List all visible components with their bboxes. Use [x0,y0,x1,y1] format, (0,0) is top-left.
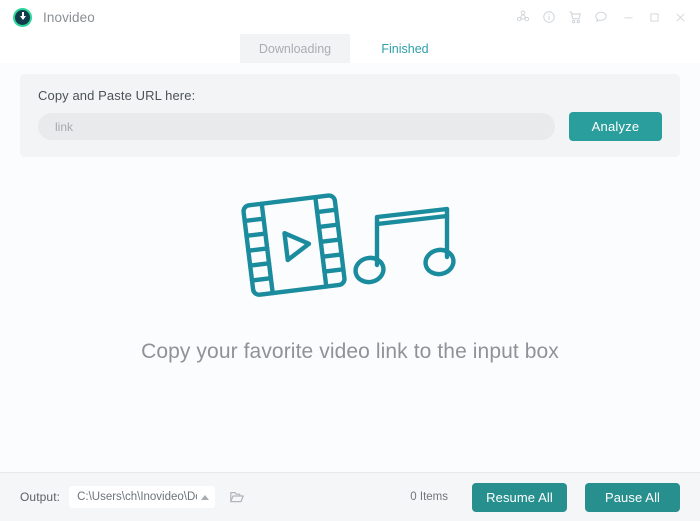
chevron-up-icon [201,494,210,500]
items-count: 0 Items [410,491,448,503]
settings-icon[interactable] [510,4,536,30]
url-input-row: Analyze [38,112,662,141]
main-content: Copy and Paste URL here: Analyze [0,63,700,472]
tab-finished[interactable]: Finished [350,34,460,63]
tab-finished-label: Finished [381,41,429,56]
empty-state: Copy your favorite video link to the inp… [0,157,700,472]
close-button[interactable] [668,4,692,30]
tab-bar: Downloading Finished [0,34,700,63]
title-bar: Inovideo [0,0,700,34]
url-panel-label: Copy and Paste URL here: [38,88,196,103]
tab-downloading[interactable]: Downloading [240,34,350,63]
bottom-bar: Output: C:\Users\ch\Inovideo\Downl 0 Ite… [0,472,700,521]
empty-state-illustration [237,187,463,308]
resume-all-button[interactable]: Resume All [472,482,567,512]
app-title: Inovideo [43,9,95,25]
output-path-select[interactable]: C:\Users\ch\Inovideo\Downl [69,486,216,508]
output-path-value: C:\Users\ch\Inovideo\Downl [77,491,197,503]
tab-downloading-label: Downloading [258,41,332,56]
download-circle-icon [13,7,32,27]
minimize-button[interactable] [616,4,640,30]
empty-state-message: Copy your favorite video link to the inp… [141,340,559,363]
tab-group: Downloading Finished [240,34,460,63]
app-brand: Inovideo [13,7,95,27]
chat-icon[interactable] [588,4,614,30]
url-input-panel: Copy and Paste URL here: Analyze [20,74,680,157]
url-input[interactable] [38,113,555,140]
analyze-button[interactable]: Analyze [569,112,662,141]
title-bar-controls [510,4,692,30]
maximize-button[interactable] [642,4,666,30]
pause-all-button[interactable]: Pause All [585,482,680,512]
output-label: Output: [20,490,61,504]
cart-icon[interactable] [562,4,588,30]
app-window: Inovideo Downloading Finished Copy and P… [0,0,700,521]
folder-open-icon[interactable] [227,487,247,507]
info-icon[interactable] [536,4,562,30]
